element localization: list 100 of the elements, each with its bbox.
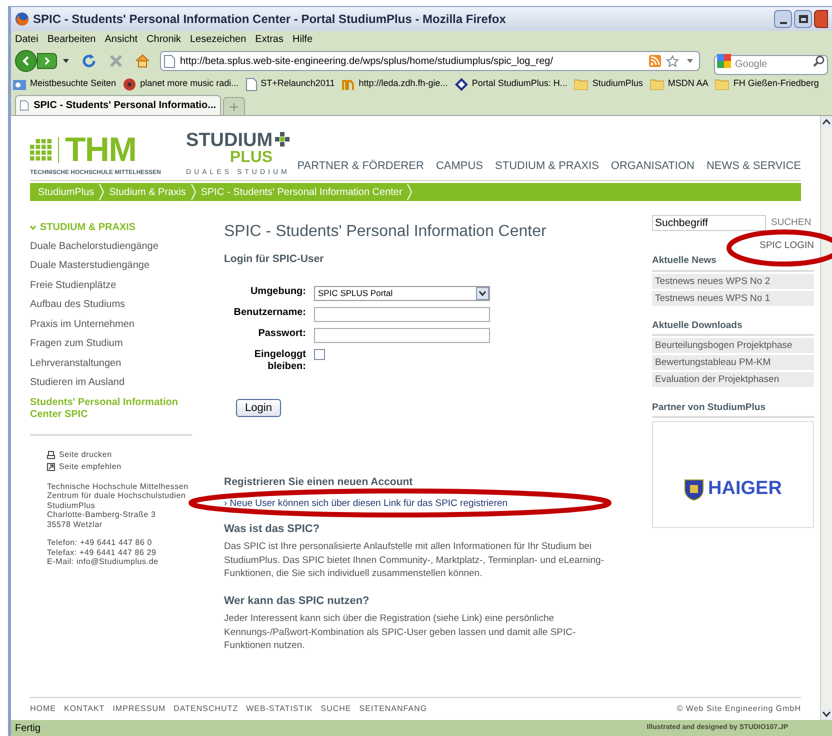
brand-name: STUDIUM (186, 132, 273, 150)
bookmark-item[interactable]: Portal StudiumPlus: H... (472, 77, 568, 91)
footer-link[interactable]: HOME (30, 703, 56, 715)
arrow-left-icon (21, 56, 31, 66)
nav-link[interactable]: ORGANISATION (610, 158, 694, 174)
sidebar-link[interactable]: Aufbau des Studiums (30, 299, 180, 311)
chevron-down-icon (30, 224, 36, 230)
star-icon[interactable] (666, 54, 679, 68)
footer-link[interactable]: DATENSCHUTZ (174, 703, 238, 715)
chevron-right-icon (99, 184, 104, 200)
search-icon[interactable] (813, 55, 825, 67)
contact-line: Telefax: +49 6441 447 86 29 (47, 548, 158, 557)
scrollbar[interactable] (820, 116, 832, 720)
section-text: Das SPIC ist Ihre personalisierte Anlaufstelle mit allen Informationen für Ihr Studium bei StudiumPlus. Das SPIC bietet Ihnen Community-, Marktplatz-, Terminplan- und eLearning-Funktionen, die Sie sich individuell zusammenstellen können. (224, 540, 605, 581)
menu-item[interactable]: Hilfe (292, 32, 313, 46)
bookmark-item[interactable]: MSDN AA (668, 77, 708, 91)
address-line: Technische Hochschule Mittelhessen (47, 482, 190, 491)
reload-icon[interactable] (81, 53, 97, 69)
news-item[interactable]: Testnews neues WPS No 2 (652, 274, 814, 288)
section-heading: Aktuelle Downloads (652, 318, 814, 336)
download-item[interactable]: Bewertungstableau PM-KM (652, 354, 814, 370)
shield-icon (684, 478, 704, 500)
field-label: Benutzername: (232, 306, 306, 319)
sidebar-link[interactable]: Studieren im Ausland (30, 377, 180, 389)
folder-icon (574, 78, 588, 90)
menu-item[interactable]: Lesezeichen (190, 32, 246, 46)
squares-logo-icon (274, 132, 290, 146)
bookmark-item[interactable]: ST+Relaunch2011 (260, 77, 335, 91)
sidebar-link[interactable]: Fragen zum Studium (30, 338, 180, 350)
address-line: Charlotte-Bamberg-Straße 3 (47, 510, 157, 520)
nav-link[interactable]: STUDIUM & PRAXIS (495, 158, 599, 174)
field-label: Eingeloggt bleiben: (253, 348, 306, 373)
nav-link[interactable]: NEWS & SERVICE (706, 158, 801, 174)
home-icon[interactable] (135, 54, 150, 68)
username-field[interactable] (314, 306, 490, 322)
chevron-down-icon[interactable] (821, 708, 832, 720)
tool-link[interactable]: Seite empfehlen (59, 460, 122, 472)
login-button[interactable]: Login (236, 398, 281, 417)
partner-logo-text: HAIGER (708, 477, 782, 502)
partner-logo-card[interactable]: HAIGER (652, 421, 814, 528)
download-item[interactable]: Beurteilungsbogen Projektphase (652, 338, 814, 353)
back-button[interactable] (15, 50, 37, 72)
sidebar-link[interactable]: Duale Masterstudiengänge (30, 260, 180, 272)
site-search-field[interactable]: Suchbegriff (652, 215, 766, 231)
footer-link[interactable]: SEITENANFANG (359, 703, 428, 715)
menu-item[interactable]: Extras (255, 32, 284, 46)
disc-icon (123, 78, 136, 90)
page-icon (20, 99, 29, 112)
bookmark-item[interactable]: http://leda.zdh.fh-gie... (358, 77, 448, 91)
caret-icon[interactable] (687, 59, 693, 63)
sidebar-heading: STUDIUM & PRAXIS (40, 220, 136, 234)
download-item[interactable]: Evaluation der Projektphasen (652, 372, 814, 387)
section-heading: Aktuelle News (652, 254, 814, 272)
bookmark-item[interactable]: Meistbesuchte Seiten (30, 77, 116, 91)
register-heading: Registrieren Sie einen neuen Account (224, 474, 414, 490)
sidebar-link[interactable]: Lehrveranstaltungen (30, 358, 180, 370)
search-field[interactable]: Google (714, 54, 828, 74)
copyright-text: © Web Site Engineering GmbH (676, 703, 801, 715)
section-heading: Was ist das SPIC? (224, 522, 321, 537)
footer-link[interactable]: WEB-STATISTIK (246, 703, 313, 715)
field-label: Umgebung: (249, 286, 306, 298)
bookmark-item[interactable]: planet more music radi... (140, 77, 239, 91)
sidebar-link[interactable]: Duale Bachelorstudiengänge (30, 240, 180, 252)
field-label: Passwort: (257, 328, 306, 340)
browser-tab[interactable]: SPIC - Students' Personal Informatio... (15, 95, 221, 115)
brand-plus: PLUS (230, 150, 273, 164)
address-line: 35578 Wetzlar (47, 520, 104, 529)
menu-item[interactable]: Chronik (146, 32, 181, 46)
diamond-icon (454, 78, 468, 90)
minimize-button[interactable] (774, 10, 792, 28)
footer-link[interactable]: IMPRESSUM (112, 703, 166, 715)
password-field[interactable] (314, 328, 490, 343)
caret-icon[interactable] (63, 59, 69, 63)
remember-checkbox[interactable] (314, 348, 325, 360)
bookmark-item[interactable]: StudiumPlus (592, 77, 643, 91)
address-line: Zentrum für duale Hochschulstudien (47, 491, 187, 500)
maximize-button[interactable] (794, 10, 812, 28)
bookmark-item[interactable]: FH Gießen-Friedberg (733, 77, 819, 91)
page-title: SPIC - Students' Personal Information Center (224, 223, 548, 241)
footer-link[interactable]: SUCHE (320, 703, 352, 715)
section-heading: Wer kann das SPIC nutzen? (224, 594, 370, 609)
page-icon (246, 78, 257, 90)
chevron-right-icon (407, 184, 412, 200)
menu-item[interactable]: Ansicht (104, 32, 138, 46)
tool-link[interactable]: Seite drucken (59, 448, 112, 460)
nav-link[interactable]: CAMPUS (436, 158, 484, 174)
menu-item[interactable]: Datei (15, 32, 38, 46)
news-item[interactable]: Testnews neues WPS No 1 (652, 290, 814, 306)
forward-button[interactable] (37, 53, 57, 69)
search-link[interactable]: SUCHEN (771, 216, 812, 230)
address-field[interactable]: http://beta.splus.web-site-engineering.de/wps/splus/home/studiumplus/spic_log_reg/ (160, 51, 700, 71)
menu-item[interactable]: Bearbeiten (47, 32, 96, 46)
window-title: SPIC - Students' Personal Information Center - Portal StudiumPlus - Mozilla Firefox (33, 11, 506, 28)
nav-link[interactable]: PARTNER & FÖRDERER (297, 158, 424, 174)
sidebar-link[interactable]: Praxis im Unternehmen (30, 318, 180, 330)
footer-link[interactable]: KONTAKT (64, 703, 105, 715)
sidebar-link[interactable]: Freie Studienplätze (30, 280, 180, 292)
environment-select[interactable]: SPIC SPLUS Portal (314, 286, 490, 301)
close-button[interactable] (814, 10, 828, 28)
chevron-up-icon[interactable] (821, 116, 832, 128)
